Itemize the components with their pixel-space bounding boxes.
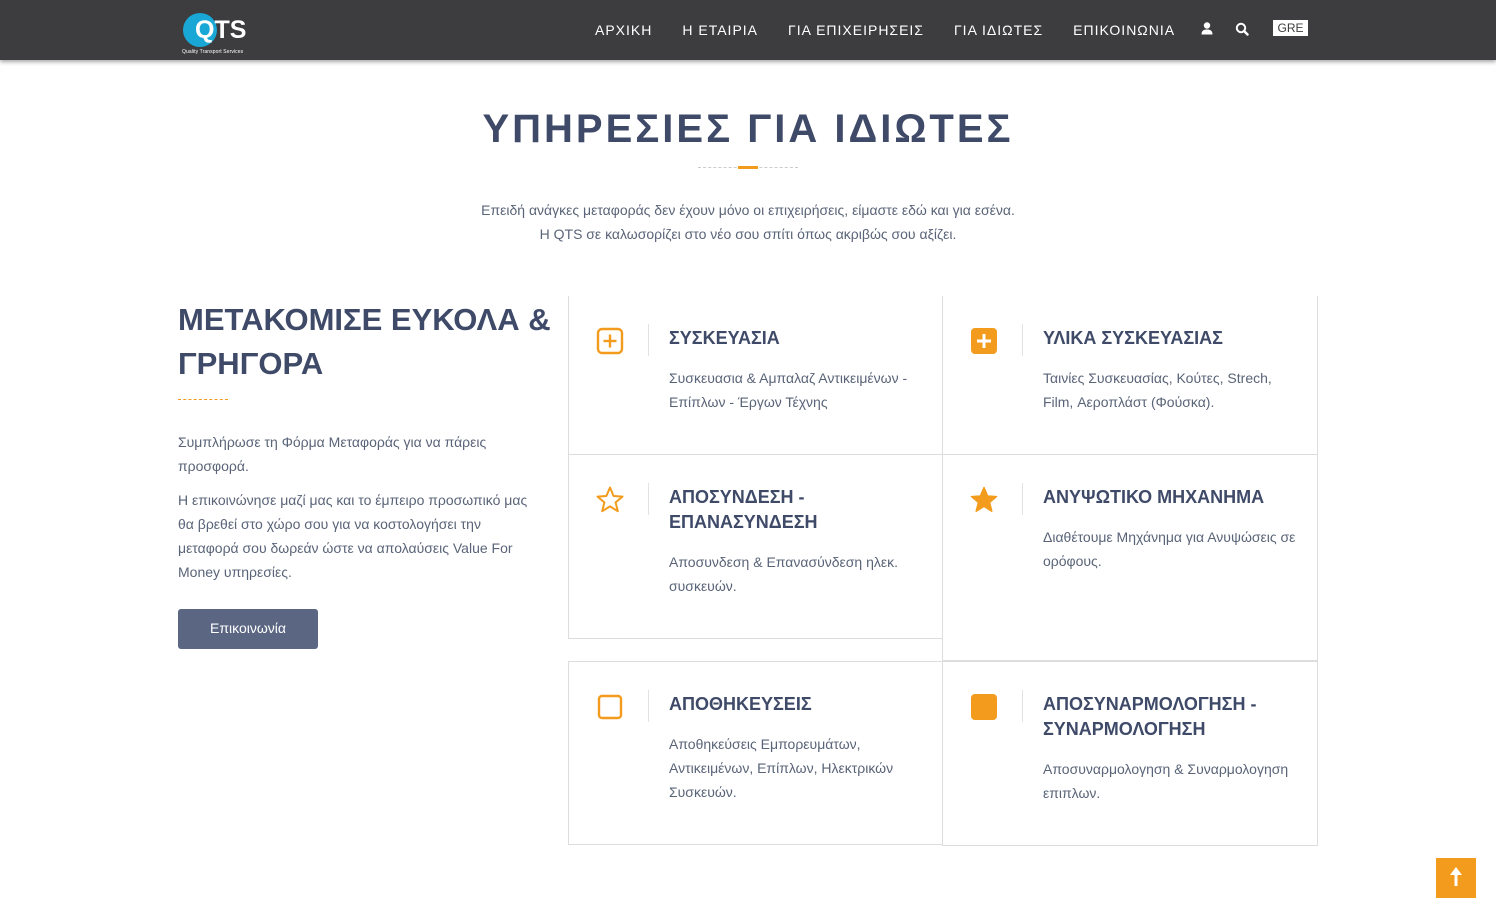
service-description: Ταινίες Συσκευασίας, Κούτες, Strech, Fil… — [1043, 370, 1272, 410]
service-description: Συσκευασια & Αμπαλαζ Αντικειμένων - Επίπ… — [669, 370, 908, 410]
page-title: ΥΠΗΡΕΣΙΕΣ ΓΙΑ ΙΔΙΩΤΕΣ — [482, 107, 1014, 151]
nav-item-home[interactable]: ΑΡΧΙΚΗ — [580, 0, 667, 60]
main-menu: ΑΡΧΙΚΗ Η ΕΤΑΙΡΙΑ ΓΙΑ ΕΠΙΧΕΙΡΗΣΕΙΣ ΓΙΑ ΙΔ… — [580, 0, 1190, 60]
service-box-disconnection: ΑΠΟΣΥΝΔΕΣΗ - ΕΠΑΝΑΣΥΝΔΕΣΗ Αποσυνδεση & Ε… — [568, 454, 943, 639]
language-selector[interactable]: GRE — [1273, 20, 1308, 36]
square-filled-icon — [971, 694, 997, 720]
service-separator — [648, 483, 649, 515]
service-description: Διαθέτουμε Μηχάνημα για Ανυψώσεις σε ορό… — [1043, 529, 1296, 569]
nav-item-contact[interactable]: ΕΠΙΚΟΙΝΩΝΙΑ — [1058, 0, 1190, 60]
service-separator — [1022, 690, 1023, 722]
plus-square-outline-icon — [596, 327, 624, 355]
square-outline-icon — [597, 694, 623, 720]
contact-button[interactable]: Επικοινωνία — [178, 609, 318, 649]
service-separator — [648, 324, 649, 356]
plus-square-filled-icon — [971, 328, 997, 354]
service-box-storage: ΑΠΟΘΗΚΕΥΣΕΙΣ Αποθηκεύσεις Εμπορευμάτων, … — [568, 661, 943, 845]
qts-logo[interactable]: QTS Quality Transport Services — [182, 11, 264, 59]
nav-item-company[interactable]: Η ΕΤΑΙΡΙΑ — [667, 0, 773, 60]
nav-item-individuals[interactable]: ΓΙΑ ΙΔΙΩΤΕΣ — [939, 0, 1058, 60]
service-separator — [1022, 483, 1023, 515]
service-box-lift: ΑΝΥΨΩΤΙΚΟ ΜΗΧΑΝΗΜΑ Διαθέτουμε Μηχάνημα γ… — [942, 454, 1318, 661]
moving-heading: ΜΕΤΑΚΟΜΙΣΕ ΕΥΚΟΛΑ & ΓΡΗΓΟΡΑ — [178, 302, 551, 381]
service-separator — [1022, 324, 1023, 356]
scroll-to-top-button[interactable] — [1436, 858, 1476, 898]
service-title: ΑΠΟΣΥΝΑΡΜΟΛΟΓΗΣΗ - ΣΥΝΑΡΜΟΛΟΓΗΣΗ — [1043, 694, 1257, 739]
intro-text: Επειδή ανάγκες μεταφοράς δεν έχουν μόνο … — [481, 202, 1015, 242]
service-description: Αποσυναρμολογηση & Συναρμολογηση επιπλων… — [1043, 761, 1289, 801]
service-description: Αποσυνδεση & Επανασύνδεση ηλεκ. συσκευών… — [669, 554, 899, 594]
service-separator — [648, 690, 649, 722]
service-description: Αποθηκεύσεις Εμπορευμάτων, Αντικειμένων,… — [669, 736, 894, 800]
service-box-assembly: ΑΠΟΣΥΝΑΡΜΟΛΟΓΗΣΗ - ΣΥΝΑΡΜΟΛΟΓΗΣΗ Αποσυνα… — [942, 661, 1318, 846]
title-divider-accent — [738, 166, 758, 169]
service-title: ΑΠΟΣΥΝΔΕΣΗ - ΕΠΑΝΑΣΥΝΔΕΣΗ — [669, 487, 818, 532]
logo-text: QTS — [195, 16, 247, 44]
form-paragraph: Συμπλήρωσε τη Φόρμα Μεταφοράς για να πάρ… — [178, 434, 487, 474]
user-icon[interactable] — [1200, 21, 1214, 37]
arrow-up-icon — [1450, 867, 1462, 886]
service-box-packing: ΣΥΣΚΕΥΑΣΙΑ Συσκευασια & Αμπαλαζ Αντικειμ… — [568, 296, 943, 455]
contact-paragraph: Η επικοινώνησε μαζί μας και το έμπειρο π… — [178, 492, 528, 580]
service-title: ΣΥΣΚΕΥΑΣΙΑ — [669, 328, 780, 348]
logo-subtitle: Quality Transport Services — [182, 49, 244, 55]
title-divider — [698, 166, 798, 169]
star-outline-icon — [596, 486, 624, 513]
service-title: ΥΛΙΚΑ ΣΥΣΚΕΥΑΣΙΑΣ — [1043, 328, 1223, 348]
star-filled-icon — [970, 486, 998, 512]
search-icon[interactable] — [1235, 21, 1249, 37]
heading-divider — [178, 399, 228, 400]
service-title: ΑΠΟΘΗΚΕΥΣΕΙΣ — [669, 694, 812, 714]
nav-item-business[interactable]: ΓΙΑ ΕΠΙΧΕΙΡΗΣΕΙΣ — [773, 0, 939, 60]
service-box-packing-materials: ΥΛΙΚΑ ΣΥΣΚΕΥΑΣΙΑΣ Ταινίες Συσκευασίας, Κ… — [942, 296, 1318, 455]
top-navbar: QTS Quality Transport Services ΑΡΧΙΚΗ Η … — [0, 0, 1496, 60]
service-title: ΑΝΥΨΩΤΙΚΟ ΜΗΧΑΝΗΜΑ — [1043, 487, 1265, 507]
